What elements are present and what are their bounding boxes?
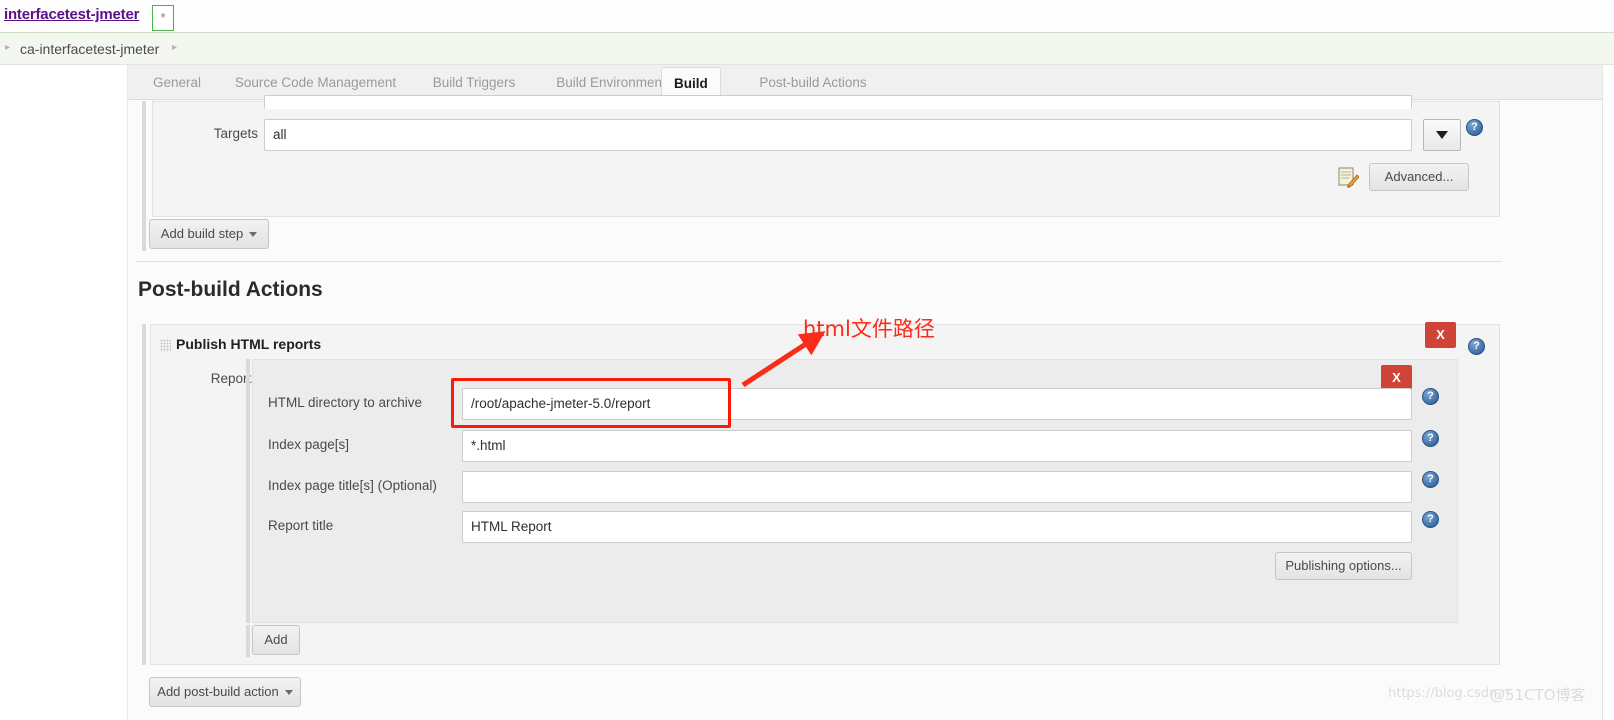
html-directory-label: HTML directory to archive: [268, 395, 423, 410]
add-report-left-bar: [246, 625, 250, 657]
chevron-right-icon: ▸: [5, 42, 11, 53]
chevron-down-icon: [249, 232, 258, 238]
breadcrumb: ▸ ca-interfacetest-jmeter ▸: [0, 33, 1614, 65]
remove-publisher-button[interactable]: X: [1425, 322, 1456, 348]
advanced-button[interactable]: Advanced...: [1369, 163, 1469, 191]
index-pages-input[interactable]: *.html: [462, 430, 1412, 462]
index-pages-help-icon[interactable]: ?: [1422, 430, 1439, 447]
post-build-actions-heading: Post-build Actions: [138, 278, 323, 301]
add-build-step-label: Add build step: [160, 226, 244, 241]
targets-label: Targets: [213, 126, 258, 141]
reports-entry-left-bar: [246, 359, 250, 623]
publisher-left-bar: [142, 324, 146, 665]
publisher-title: Publish HTML reports: [176, 336, 322, 352]
add-build-step-button[interactable]: Add build step: [149, 219, 269, 249]
add-post-build-action-label: Add post-build action: [157, 684, 279, 699]
watermark-brand: @51CTO博客: [1490, 686, 1586, 704]
window-titlebar: interfacetest-jmeter *: [0, 0, 1614, 33]
targets-dropdown-button[interactable]: [1423, 119, 1461, 151]
publishing-options-button[interactable]: Publishing options...: [1275, 552, 1412, 580]
index-pages-label: Index page[s]: [268, 437, 350, 452]
add-post-build-action-button[interactable]: Add post-build action: [149, 677, 301, 707]
report-title-input[interactable]: HTML Report: [462, 511, 1412, 543]
section-divider: [136, 261, 1502, 262]
add-build-step-left-bar: [142, 219, 146, 251]
notepad-pencil-icon[interactable]: [1337, 166, 1359, 188]
index-page-titles-label: Index page title[s] (Optional): [268, 478, 437, 493]
report-title-help-icon[interactable]: ?: [1422, 511, 1439, 528]
previous-field-input[interactable]: [264, 95, 1412, 109]
app-root: interfacetest-jmeter * ▸ ca-interfacetes…: [0, 0, 1614, 720]
report-title-label: Report title: [268, 518, 334, 533]
publisher-help-icon[interactable]: ?: [1468, 338, 1485, 355]
chevron-down-icon: [284, 690, 293, 696]
targets-input[interactable]: all: [264, 119, 1412, 151]
index-page-titles-input[interactable]: [462, 471, 1412, 503]
breadcrumb-chevron-icon[interactable]: ▸: [172, 42, 177, 53]
build-section-left-bar: [142, 101, 146, 225]
targets-help-icon[interactable]: ?: [1466, 119, 1483, 136]
breadcrumb-item-job[interactable]: ca-interfacetest-jmeter: [20, 41, 159, 57]
html-directory-help-icon[interactable]: ?: [1422, 388, 1439, 405]
main-content-panel: General Source Code Management Build Tri…: [128, 65, 1614, 720]
annotation-text: html文件路径: [803, 317, 935, 341]
html-directory-input[interactable]: /root/apache-jmeter-5.0/report: [462, 388, 1412, 420]
drag-handle-icon[interactable]: [160, 339, 171, 352]
page-title-link[interactable]: interfacetest-jmeter: [4, 6, 139, 23]
reports-label: Reports: [210, 371, 258, 386]
panel-right-edge: [1602, 65, 1614, 720]
tab-general[interactable]: General: [136, 65, 218, 100]
index-page-titles-help-icon[interactable]: ?: [1422, 471, 1439, 488]
unsaved-changes-marker: *: [152, 5, 174, 31]
chevron-down-icon: [1436, 131, 1448, 139]
left-gutter: [0, 65, 128, 720]
add-report-button[interactable]: Add: [252, 625, 300, 655]
